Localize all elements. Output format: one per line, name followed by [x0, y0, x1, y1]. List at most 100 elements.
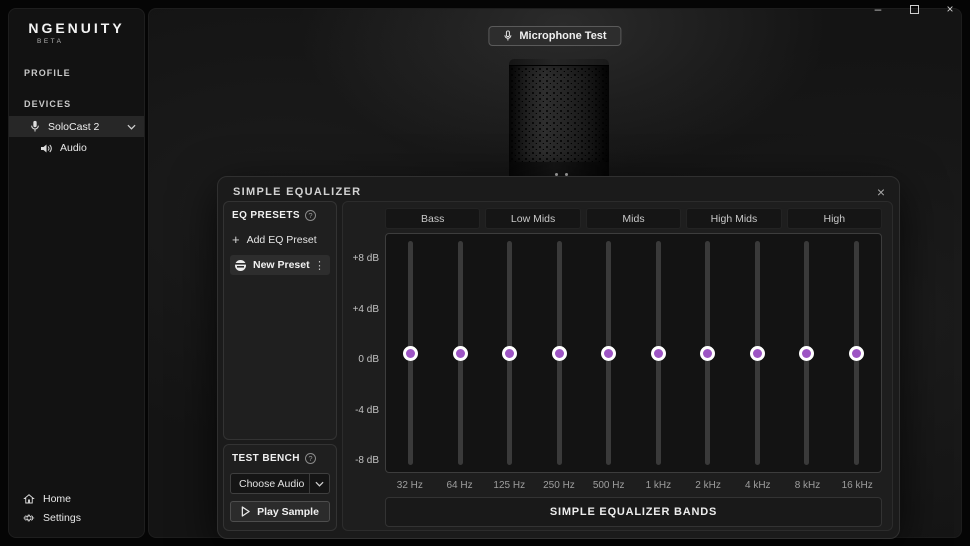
slider-track[interactable]	[848, 241, 864, 465]
simple-equalizer-bands-button[interactable]: SIMPLE EQUALIZER BANDS	[385, 497, 882, 527]
slider-track[interactable]	[650, 241, 666, 465]
slider-knob-center	[851, 348, 861, 358]
slider-track[interactable]	[700, 241, 716, 465]
dialog-close-icon[interactable]: ×	[877, 185, 885, 199]
slider-knob-center	[703, 348, 713, 358]
db-tick-label: +4 dB	[352, 303, 379, 315]
eq-slider-250-hz[interactable]	[535, 241, 585, 465]
sidebar-item-home[interactable]: Home	[9, 489, 144, 508]
slider-track[interactable]	[799, 241, 815, 465]
slider-track[interactable]	[502, 241, 518, 465]
play-icon	[241, 506, 250, 517]
preset-item-new-preset[interactable]: New Preset ⋮	[230, 255, 330, 275]
eq-slider-16-khz[interactable]	[832, 241, 882, 465]
frequency-label: 500 Hz	[592, 479, 625, 491]
microphone-test-button[interactable]: Microphone Test	[488, 26, 622, 46]
slider-knob[interactable]	[601, 345, 617, 361]
db-tick-label: -8 dB	[355, 455, 379, 466]
slider-knob[interactable]	[650, 345, 666, 361]
band-button-bass[interactable]: Bass	[385, 208, 481, 229]
band-button-high[interactable]: High	[786, 208, 883, 229]
frequency-labels: 32 Hz 64 Hz 125 Hz 250 Hz 500 Hz 1 kHz 2 kHz 4 …	[385, 473, 882, 497]
slider-knob-center	[406, 348, 416, 358]
kebab-menu-icon[interactable]: ⋮	[314, 259, 325, 272]
frequency-label: 32 Hz	[396, 479, 423, 491]
slider-knob[interactable]	[700, 345, 716, 361]
band-button-high-mids[interactable]: High Mids	[686, 208, 782, 229]
help-icon[interactable]: ?	[304, 210, 316, 221]
slider-knob-center	[653, 348, 663, 358]
db-tick-label: 0 dB	[358, 354, 379, 365]
eq-slider-125-hz[interactable]	[485, 241, 535, 465]
slider-knob[interactable]	[848, 345, 864, 361]
home-label: Home	[43, 492, 72, 505]
app-logo: NGENUITY BETA	[9, 9, 144, 45]
add-eq-preset-button[interactable]: + Add EQ Preset	[232, 233, 328, 246]
eq-slider-8-khz[interactable]	[782, 241, 832, 465]
frequency-label: 4 kHz	[744, 479, 771, 491]
slider-knob[interactable]	[403, 345, 419, 361]
sidebar-item-solocast2[interactable]: SoloCast 2	[9, 116, 144, 137]
eq-slider-64-hz[interactable]	[436, 241, 486, 465]
eq-slider-2-khz[interactable]	[683, 241, 733, 465]
test-bench-panel: TEST BENCH ? Choose Audio Play Sample	[223, 444, 337, 531]
eq-sliders	[385, 233, 882, 473]
logo-text: NGENUITY	[28, 20, 125, 36]
slider-knob[interactable]	[452, 345, 468, 361]
slider-track[interactable]	[749, 241, 765, 465]
eq-slider-1-khz[interactable]	[634, 241, 684, 465]
slider-knob-center	[604, 348, 614, 358]
home-icon	[23, 493, 35, 505]
choose-audio-value: Choose Audio	[239, 477, 305, 490]
frequency-label: 250 Hz	[543, 479, 575, 491]
slider-track[interactable]	[403, 241, 419, 465]
slider-knob[interactable]	[502, 345, 518, 361]
minimize-button[interactable]: –	[860, 0, 896, 18]
equalizer-area: Bass Low Mids Mids High Mids High +8 dB +4 dB…	[342, 201, 893, 531]
sidebar-item-settings[interactable]: Settings	[9, 508, 144, 527]
sidebar-section-profile[interactable]: PROFILE	[9, 68, 144, 78]
slider-knob-center	[554, 348, 564, 358]
settings-label: Settings	[43, 511, 81, 524]
eq-slider-4-khz[interactable]	[733, 241, 783, 465]
test-bench-header: TEST BENCH ?	[230, 453, 330, 464]
band-button-mids[interactable]: Mids	[585, 208, 682, 229]
band-button-low-mids[interactable]: Low Mids	[485, 208, 581, 229]
microphone-test-icon	[503, 30, 512, 42]
frequency-label: 64 Hz	[446, 479, 473, 491]
maximize-icon	[909, 4, 919, 14]
sidebar: NGENUITY BETA PROFILE DEVICES SoloCast 2…	[8, 8, 145, 538]
slider-knob[interactable]	[749, 345, 765, 361]
help-icon[interactable]: ?	[304, 453, 316, 464]
eq-presets-title: EQ PRESETS	[232, 210, 300, 221]
frequency-label: 2 kHz	[695, 479, 721, 491]
frequency-label: 8 kHz	[794, 479, 821, 491]
choose-audio-select[interactable]: Choose Audio	[230, 473, 330, 494]
play-sample-label: Play Sample	[257, 505, 319, 518]
slider-track[interactable]	[452, 241, 468, 465]
db-tick-label: -4 dB	[355, 404, 379, 416]
microphone-icon	[30, 120, 40, 133]
frequency-label: 16 kHz	[841, 479, 873, 491]
eq-presets-panel: EQ PRESETS ? + Add EQ Preset New Preset …	[223, 201, 337, 440]
sidebar-item-audio[interactable]: Audio	[9, 138, 144, 158]
slider-knob[interactable]	[799, 345, 815, 361]
play-sample-button[interactable]: Play Sample	[230, 501, 330, 522]
speaker-icon	[40, 143, 53, 154]
chevron-down-icon[interactable]	[127, 124, 136, 130]
app-window: – × NGENUITY BETA PROFILE DEVICES SoloCa…	[0, 0, 970, 546]
slider-knob-center	[455, 348, 465, 358]
maximize-button[interactable]	[896, 0, 932, 18]
close-button[interactable]: ×	[932, 0, 968, 18]
db-tick-label: +8 dB	[352, 253, 379, 264]
eq-slider-500-hz[interactable]	[584, 241, 634, 465]
microphone-top-cap	[509, 59, 609, 66]
frequency-label: 125 Hz	[493, 479, 526, 491]
eq-presets-header: EQ PRESETS ?	[230, 210, 330, 221]
slider-track[interactable]	[601, 241, 617, 465]
eq-slider-32-hz[interactable]	[386, 241, 436, 465]
gear-icon	[23, 512, 35, 524]
sidebar-section-devices: DEVICES	[24, 99, 72, 109]
slider-track[interactable]	[551, 241, 567, 465]
slider-knob[interactable]	[551, 345, 567, 361]
